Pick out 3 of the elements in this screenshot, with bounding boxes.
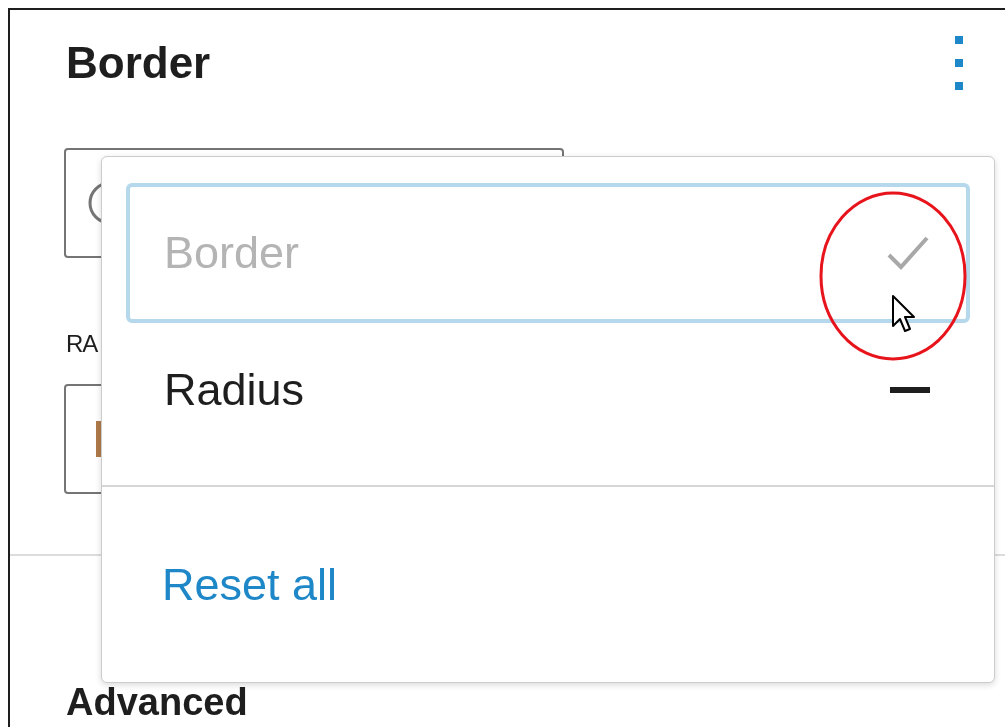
section-title: Advanced bbox=[66, 682, 249, 722]
field-label: RA bbox=[66, 330, 99, 358]
panel-title: Border bbox=[66, 38, 211, 88]
